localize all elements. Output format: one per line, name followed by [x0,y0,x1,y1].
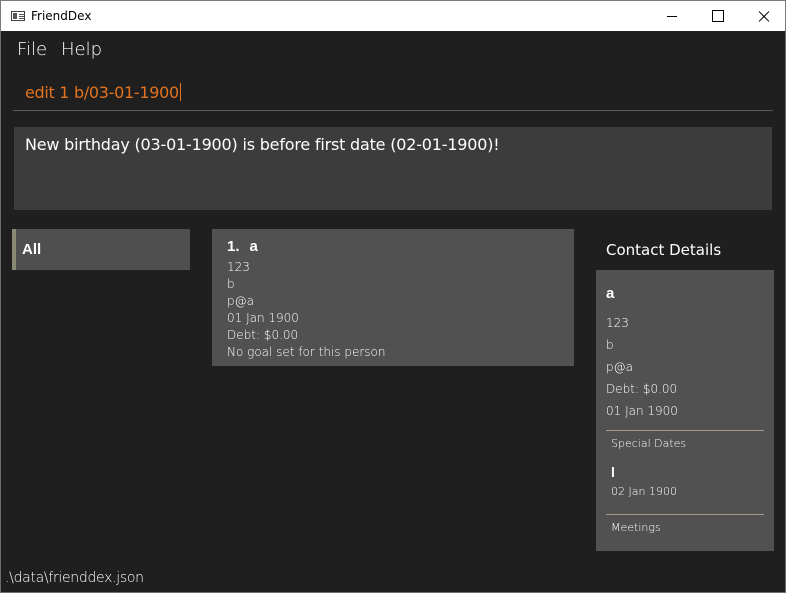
menu-help[interactable]: Help [61,39,102,60]
minimize-icon[interactable] [649,1,695,32]
details-phone: 123 [606,316,629,330]
result-display: New birthday (03-01-1900) is before firs… [14,127,772,210]
command-box[interactable]: edit 1 b/03-01-1900 [13,72,773,111]
person-name: a [249,238,258,255]
close-icon[interactable] [741,1,786,32]
person-card[interactable]: 1. a 123 b p@a 01 Jan 1900 Debt: $0.00 No… [212,229,574,366]
person-address: b [227,277,235,291]
data-file-path: .\data\frienddex.json [5,570,144,586]
details-debt: Debt: $0.00 [606,382,678,396]
details-divider [606,430,764,431]
result-message: New birthday (03-01-1900) is before firs… [25,135,500,154]
details-birthday: 01 Jan 1900 [606,404,678,418]
window-frame-left [0,0,1,593]
tag-label: All [22,241,42,258]
contact-details-panel: a 123 b p@a Debt: $0.00 01 Jan 1900 Spec… [596,270,774,551]
window-titlebar[interactable]: FriendDex [0,0,786,31]
details-name: a [606,285,615,302]
details-address: b [606,338,614,352]
text-caret [179,83,181,101]
person-birthday: 01 Jan 1900 [227,311,299,325]
window-title: FriendDex [31,9,92,23]
person-debt: Debt: $0.00 [227,328,299,342]
meetings-label: Meetings [611,521,661,534]
details-email: p@a [606,360,633,374]
person-phone: 123 [227,260,250,274]
status-bar: .\data\frienddex.json [1,566,785,592]
menu-bar: File Help [1,31,785,65]
person-index: 1. [227,238,240,255]
special-dates-label: Special Dates [611,437,687,450]
command-text: edit 1 b/03-01-1900 [25,83,179,102]
details-divider [606,514,764,515]
command-input[interactable]: edit 1 b/03-01-1900 [25,83,181,102]
special-date-title: l [611,464,615,480]
person-goal: No goal set for this person [227,345,386,359]
app-icon [11,11,25,21]
person-email: p@a [227,294,254,308]
contact-details-header: Contact Details [606,241,722,259]
person-card-title: 1. a [227,238,258,255]
menu-file[interactable]: File [17,39,47,60]
special-date-value: 02 Jan 1900 [611,485,677,498]
tag-item-all[interactable]: All [12,229,190,270]
maximize-icon[interactable] [695,1,741,32]
